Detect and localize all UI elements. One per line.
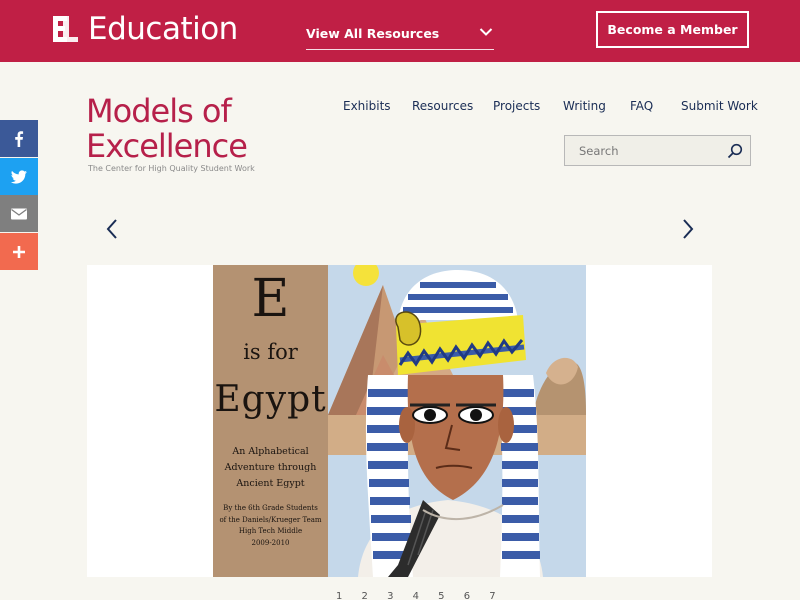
cover-subtitle-line: Adventure through (224, 462, 317, 473)
carousel-slide[interactable]: E is for Egypt An Alphabetical Adventure… (87, 265, 712, 577)
cover-title-panel: E is for Egypt An Alphabetical Adventure… (213, 265, 328, 577)
site-title-line2: Excellence (86, 127, 248, 165)
search-box (564, 135, 751, 166)
view-all-resources-dropdown[interactable]: View All Resources (306, 22, 494, 50)
pharaoh-illustration (328, 265, 586, 577)
nav-item-exhibits[interactable]: Exhibits (343, 99, 391, 113)
share-more-button[interactable] (0, 233, 38, 270)
pharaoh-drawing (328, 265, 586, 577)
cover-is-for: is for (243, 340, 298, 364)
cover-credit-line: 2009-2010 (251, 538, 290, 547)
el-logo-icon (53, 16, 78, 42)
main-nav: Exhibits Resources Projects Writing FAQ … (343, 99, 758, 117)
cover-credit-line: of the Daniels/Krueger Team (219, 515, 322, 524)
carousel-prev-arrow-icon[interactable] (106, 218, 118, 240)
nav-item-resources[interactable]: Resources (412, 99, 473, 113)
email-icon (11, 208, 27, 219)
cover-letter: E (251, 269, 290, 329)
nav-item-faq[interactable]: FAQ (630, 99, 653, 113)
plus-icon (13, 245, 25, 258)
top-bar: Education View All Resources Become a Me… (0, 0, 800, 62)
cover-word: Egypt (214, 379, 327, 420)
nav-item-submit-work[interactable]: Submit Work (681, 99, 758, 113)
share-twitter-button[interactable] (0, 158, 38, 195)
cover-subtitle: An Alphabetical Adventure through Ancien… (217, 444, 324, 492)
search-icon[interactable] (727, 143, 743, 159)
carousel-next-arrow-icon[interactable] (682, 218, 694, 240)
become-member-button[interactable]: Become a Member (596, 11, 749, 48)
site-subtitle: The Center for High Quality Student Work (88, 164, 255, 173)
share-email-button[interactable] (0, 195, 38, 232)
chevron-down-icon (479, 28, 493, 36)
cover-subtitle-line: Ancient Egypt (236, 478, 305, 489)
site-title-line1: Models of (86, 92, 232, 130)
carousel-pager[interactable]: 1 2 3 4 5 6 7 (336, 591, 504, 600)
cover-subtitle-line: An Alphabetical (232, 446, 309, 457)
twitter-icon (10, 169, 27, 184)
brand-logo[interactable]: Education (50, 13, 238, 45)
book-cover-image: E is for Egypt An Alphabetical Adventure… (213, 265, 586, 577)
brand-name: Education (88, 11, 238, 47)
facebook-icon (15, 130, 24, 147)
nav-item-projects[interactable]: Projects (493, 99, 540, 113)
site-title[interactable]: Models of Excellence (86, 92, 248, 165)
share-facebook-button[interactable] (0, 120, 38, 157)
search-input[interactable] (579, 143, 729, 159)
cover-credit-line: High Tech Middle (238, 527, 303, 535)
cover-credit: By the 6th Grade Students of the Daniels… (215, 503, 326, 549)
cover-credit-line: By the 6th Grade Students (223, 504, 318, 512)
view-all-label: View All Resources (306, 26, 440, 41)
nav-item-writing[interactable]: Writing (563, 99, 606, 113)
